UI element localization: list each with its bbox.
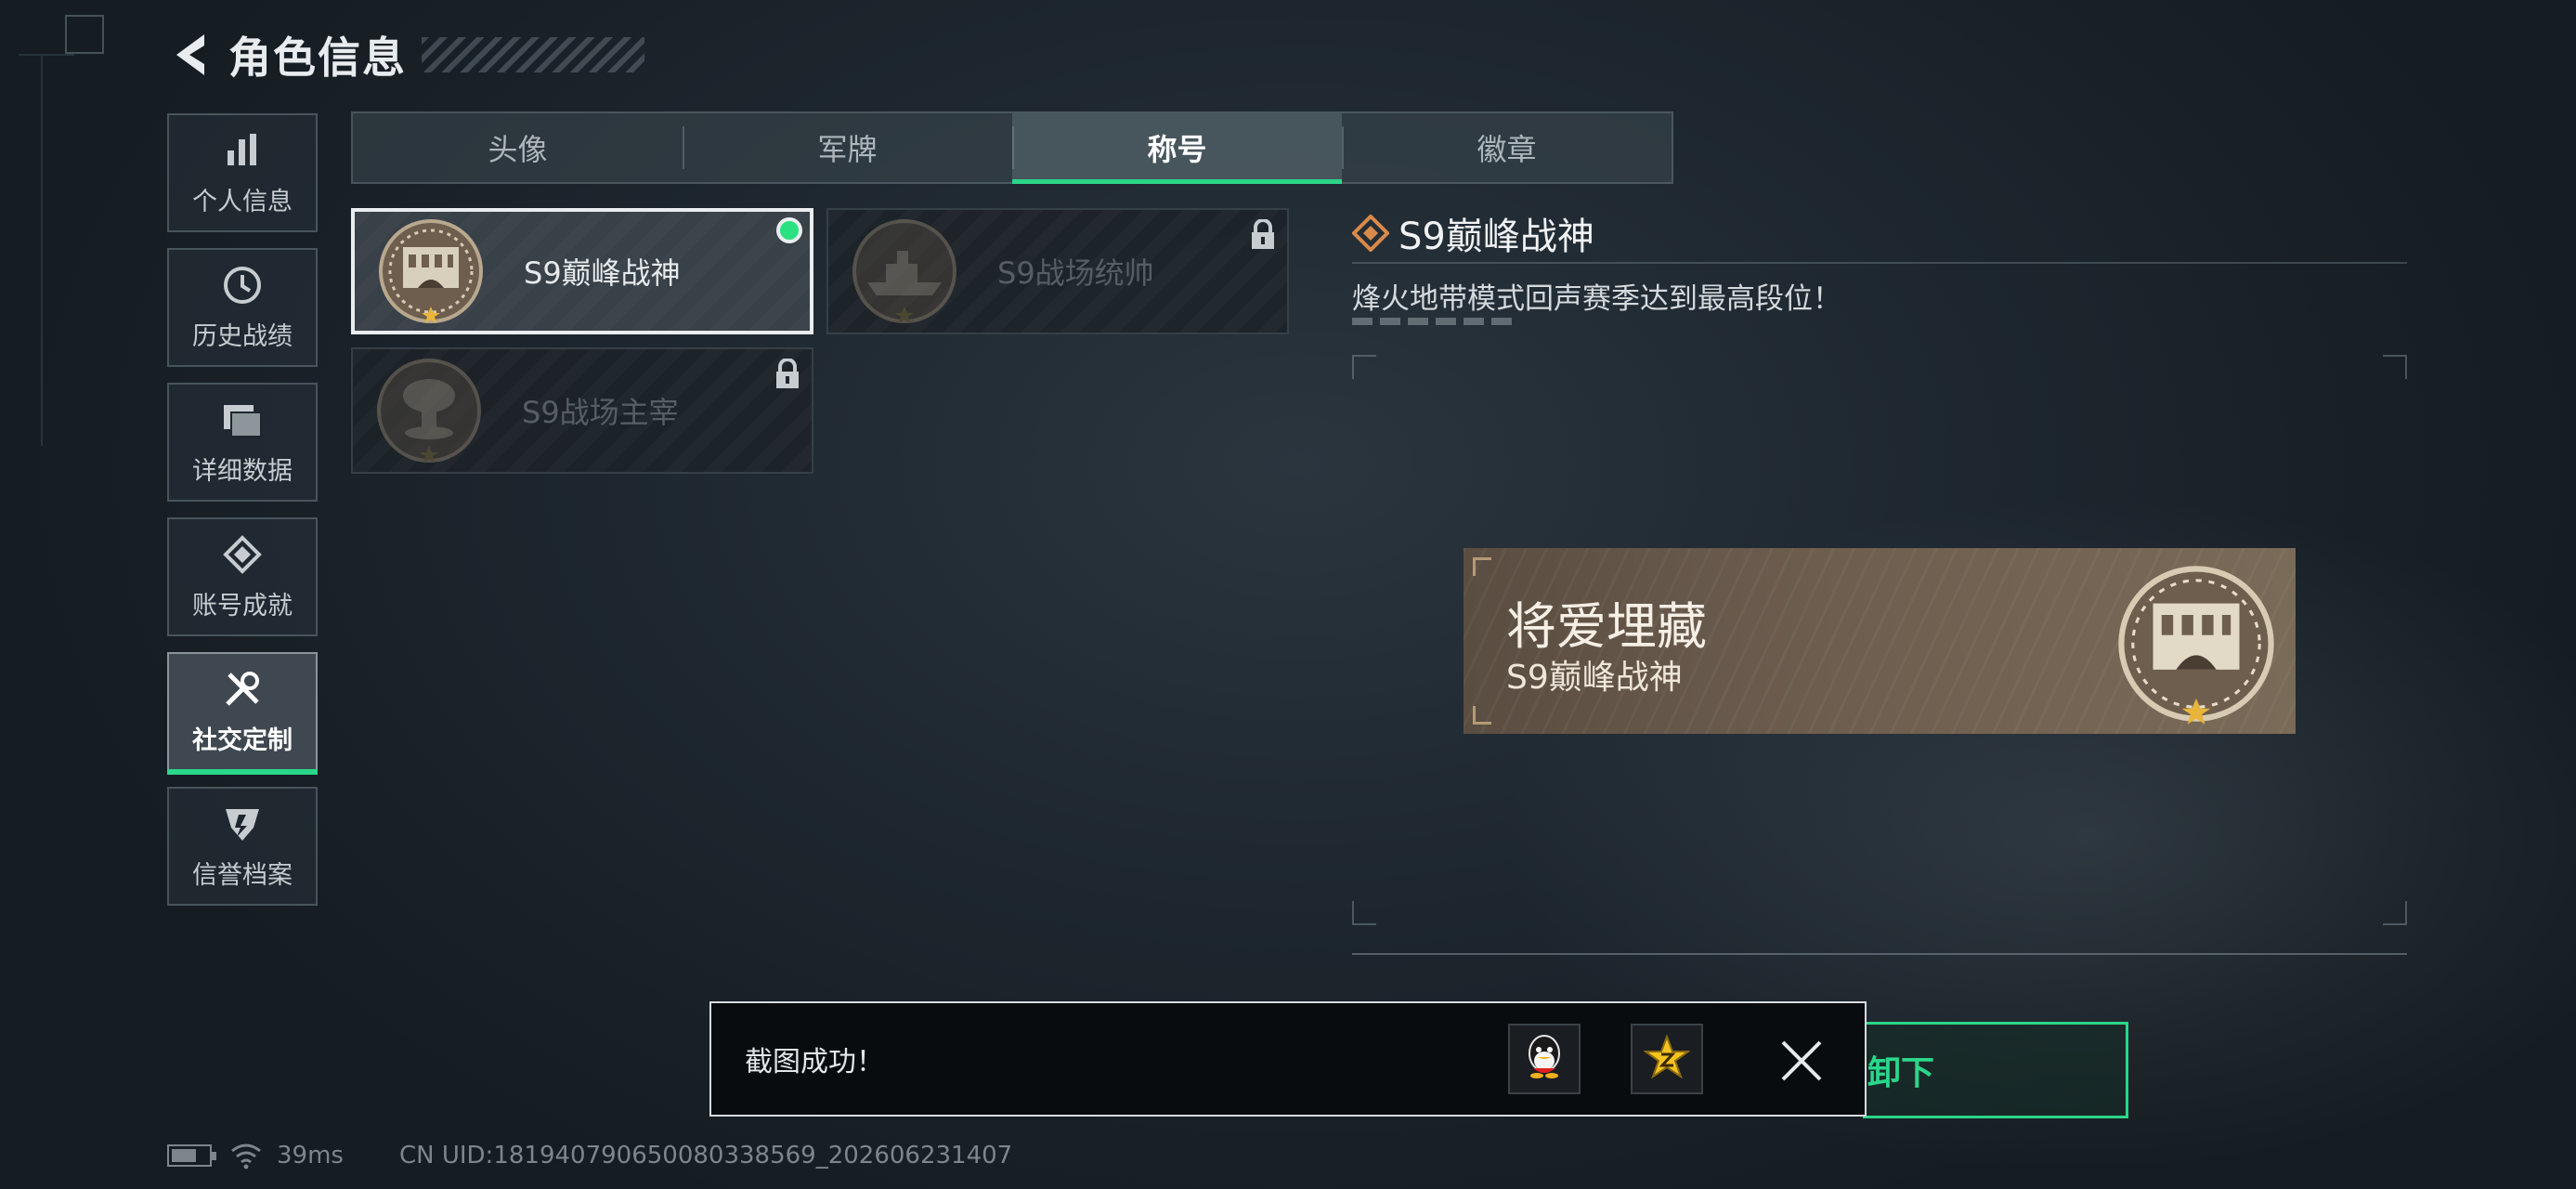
detail-header: S9巅峰战神	[1351, 206, 1594, 260]
screenshot-toast: 截图成功！	[709, 1001, 1867, 1117]
share-qzone-button[interactable]	[1631, 1024, 1703, 1094]
sidebar-item-label: 历史战绩	[192, 321, 293, 351]
nameplate-title: S9巅峰战神	[1506, 659, 1683, 697]
unequip-button-label: 卸下	[1867, 1054, 1935, 1092]
frame-line-top	[19, 54, 74, 56]
folders-icon	[221, 399, 264, 441]
qq-icon	[1522, 1033, 1567, 1085]
status-bar: 39ms CN UID:18194079065008033856​9_20260…	[167, 1135, 1012, 1176]
tab-bar: 头像 军牌 称号 徽章	[351, 111, 1673, 184]
lock-icon	[774, 358, 800, 390]
fortress-emblem-icon	[2110, 557, 2283, 730]
equipped-indicator	[776, 217, 802, 243]
sidebar-item-label: 账号成就	[192, 591, 293, 621]
close-icon[interactable]	[1776, 1035, 1828, 1087]
bar-chart-icon	[221, 129, 264, 172]
title-card-label: S9战场统帅	[997, 255, 1154, 291]
mushroom-cloud-emblem-icon	[373, 355, 485, 466]
preview-bottom-divider	[1352, 953, 2407, 955]
qzone-icon	[1642, 1034, 1692, 1084]
nameplate-player-name: 将爱埋藏	[1506, 597, 1707, 656]
title-card[interactable]: S9战场统帅	[826, 208, 1289, 334]
sidebar-item-social-customization[interactable]: 社交定制	[167, 652, 318, 775]
detail-description: 烽火地带模式回声赛季达到最高段位！	[1352, 282, 1841, 316]
frame-line-left	[41, 56, 43, 446]
reputation-icon	[221, 803, 264, 845]
back-arrow-icon[interactable]	[167, 29, 214, 81]
sidebar-item-label: 信誉档案	[192, 860, 293, 890]
uid-text: CN UID:18194079065008033856​9_2026062314…	[398, 1142, 1013, 1169]
lock-icon	[1250, 218, 1276, 251]
sidebar-item-label: 个人信息	[192, 187, 293, 216]
tab-dog-tag[interactable]: 军牌	[683, 113, 1012, 182]
warship-emblem-icon	[849, 216, 960, 327]
sidebar-item-achievements[interactable]: 账号成就	[167, 517, 318, 636]
page-title: 角色信息	[228, 33, 407, 83]
page-header: 角色信息	[167, 22, 644, 87]
nameplate-preview: 将爱埋藏 S9巅峰战神	[1464, 548, 2296, 734]
detail-title: S9巅峰战神	[1399, 216, 1594, 258]
ping-text: 39ms	[277, 1142, 344, 1169]
diamond-icon	[1351, 214, 1390, 253]
tools-icon	[221, 668, 264, 711]
sidebar-item-personal-info[interactable]: 个人信息	[167, 113, 318, 232]
corner-decoration	[65, 15, 104, 54]
detail-subtext-placeholder	[1352, 318, 1519, 325]
sidebar-item-detailed-data[interactable]: 详细数据	[167, 383, 318, 502]
wifi-icon	[230, 1142, 262, 1169]
sidebar-item-label: 详细数据	[192, 456, 293, 486]
title-card[interactable]: S9战场主宰	[351, 347, 813, 474]
sidebar-item-label: 社交定制	[192, 725, 293, 755]
title-card-label: S9巅峰战神	[524, 255, 681, 291]
header-stripes	[422, 37, 644, 72]
toast-message: 截图成功！	[745, 1046, 884, 1078]
title-card-label: S9战场主宰	[522, 395, 679, 430]
clock-history-icon	[221, 264, 264, 307]
detail-divider	[1352, 262, 2407, 264]
title-card[interactable]: S9巅峰战神	[351, 208, 813, 334]
tab-avatar[interactable]: 头像	[353, 113, 683, 182]
achievement-icon	[221, 533, 264, 576]
sidebar-item-reputation[interactable]: 信誉档案	[167, 787, 318, 906]
sidebar: 个人信息 历史战绩 详细数据 账号成就 社交定制 信誉档案	[167, 113, 318, 921]
tab-badge[interactable]: 徽章	[1342, 113, 1672, 182]
fortress-emblem-icon	[375, 216, 487, 327]
sidebar-item-history[interactable]: 历史战绩	[167, 248, 318, 367]
battery-icon	[167, 1144, 216, 1167]
tab-title[interactable]: 称号	[1012, 113, 1342, 184]
unequip-button[interactable]: 卸下	[1863, 1022, 2128, 1118]
share-qq-button[interactable]	[1508, 1024, 1581, 1094]
